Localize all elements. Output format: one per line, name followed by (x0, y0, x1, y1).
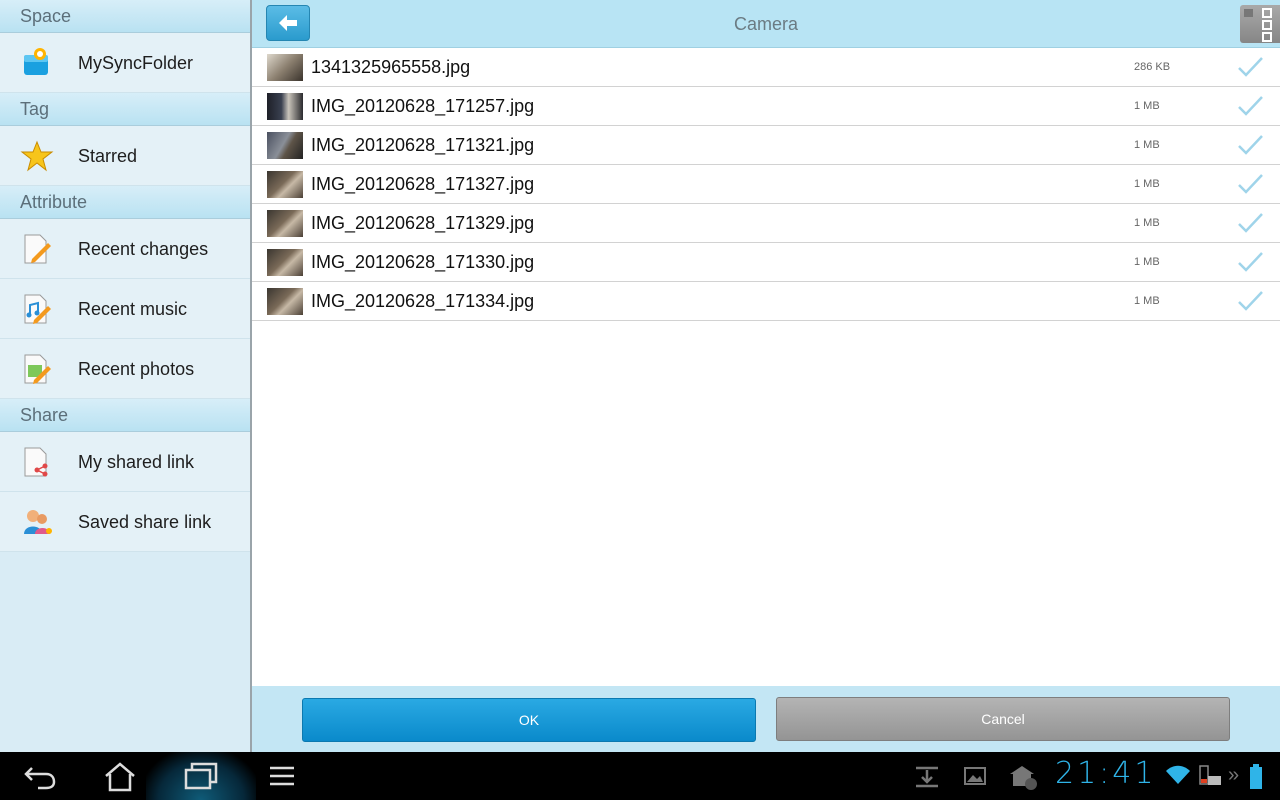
recent-changes-icon (24, 234, 51, 264)
saved-share-link-icon (24, 510, 52, 534)
ok-button[interactable]: OK (302, 698, 756, 742)
back-nav-icon[interactable] (20, 758, 60, 794)
file-thumbnail (267, 210, 303, 237)
recent-photos-icon (24, 354, 51, 384)
gallery-icon[interactable] (962, 762, 988, 790)
recent-music-icon (24, 294, 51, 324)
menu-icon[interactable] (262, 758, 302, 794)
top-bar: Camera (252, 0, 1280, 48)
section-header-share: Share (0, 399, 250, 432)
dialog-button-bar: OK Cancel (252, 686, 1280, 752)
file-size: 1 MB (1134, 178, 1160, 190)
checkmark-icon[interactable] (1236, 250, 1264, 274)
file-row[interactable]: IMG_20120628_171327.jpg 1 MB (252, 165, 1280, 204)
sidebar-item-label: Recent music (78, 299, 188, 319)
sidebar-item-label: MySyncFolder (78, 53, 194, 73)
file-size: 286 KB (1134, 61, 1171, 73)
grid-view-button[interactable] (1240, 5, 1280, 43)
sidebar-item-my-shared-link[interactable]: My shared link (0, 432, 250, 492)
file-thumbnail (267, 171, 303, 198)
file-thumbnail (267, 132, 303, 159)
file-size: 1 MB (1134, 295, 1160, 307)
shared-link-icon (24, 447, 48, 477)
file-name: IMG_20120628_171327.jpg (311, 174, 535, 194)
checkmark-icon[interactable] (1236, 172, 1264, 196)
sidebar-item-label: Starred (78, 146, 138, 166)
file-row[interactable]: IMG_20120628_171334.jpg 1 MB (252, 282, 1280, 321)
recent-apps-icon[interactable] (180, 758, 220, 794)
sidebar-item-recent-changes[interactable]: Recent changes (0, 219, 250, 279)
clock: 21:41 (1055, 756, 1157, 791)
file-row[interactable]: IMG_20120628_171257.jpg 1 MB (252, 87, 1280, 126)
file-name: IMG_20120628_171334.jpg (311, 291, 535, 311)
file-row[interactable]: IMG_20120628_171329.jpg 1 MB (252, 204, 1280, 243)
sidebar-item-mysyncfolder[interactable]: MySyncFolder (0, 33, 250, 93)
page-title: Camera (733, 14, 799, 34)
checkmark-icon[interactable] (1236, 94, 1264, 118)
star-icon (20, 140, 54, 172)
section-header-tag: Tag (0, 93, 250, 126)
wifi-icon (1166, 765, 1190, 784)
home-icon[interactable] (100, 758, 140, 794)
checkmark-icon[interactable] (1236, 289, 1264, 313)
sidebar-item-label: My shared link (78, 452, 195, 472)
file-size: 1 MB (1134, 256, 1160, 268)
download-icon[interactable] (912, 762, 942, 790)
sidebar-item-label: Recent photos (78, 359, 195, 379)
file-name: IMG_20120628_171321.jpg (311, 135, 535, 155)
sidebar-item-label: Recent changes (78, 239, 209, 259)
sync-app-icon[interactable] (1006, 762, 1040, 792)
more-status-icon[interactable]: » (1228, 764, 1239, 787)
sidebar-item-recent-photos[interactable]: Recent photos (0, 339, 250, 399)
checkmark-icon[interactable] (1236, 55, 1264, 79)
sync-folder-icon (24, 48, 48, 75)
file-size: 1 MB (1134, 139, 1160, 151)
checkmark-icon[interactable] (1236, 133, 1264, 157)
sidebar: Space MySyncFolder Tag Starred Attribute… (0, 0, 252, 752)
file-thumbnail (267, 93, 303, 120)
file-size: 1 MB (1134, 100, 1160, 112)
file-name: IMG_20120628_171330.jpg (311, 252, 535, 272)
sidebar-item-label: Saved share link (78, 512, 212, 532)
file-name: IMG_20120628_171329.jpg (311, 213, 535, 233)
section-header-space: Space (0, 0, 250, 33)
section-header-attribute: Attribute (0, 186, 250, 219)
file-thumbnail (267, 249, 303, 276)
file-name: IMG_20120628_171257.jpg (311, 96, 535, 116)
file-thumbnail (267, 54, 303, 81)
cancel-button[interactable]: Cancel (776, 697, 1230, 741)
file-list: 1341325965558.jpg 286 KB IMG_20120628_17… (252, 48, 1280, 321)
file-thumbnail (267, 288, 303, 315)
sidebar-item-recent-music[interactable]: Recent music (0, 279, 250, 339)
file-name: 1341325965558.jpg (311, 57, 471, 77)
file-row[interactable]: IMG_20120628_171321.jpg 1 MB (252, 126, 1280, 165)
system-bar: 21:41 » (0, 752, 1280, 800)
sidebar-item-starred[interactable]: Starred (0, 126, 250, 186)
checkmark-icon[interactable] (1236, 211, 1264, 235)
battery-icon (1250, 764, 1262, 789)
file-row[interactable]: 1341325965558.jpg 286 KB (252, 48, 1280, 87)
file-size: 1 MB (1134, 217, 1160, 229)
sidebar-item-saved-share-link[interactable]: Saved share link (0, 492, 250, 552)
file-row[interactable]: IMG_20120628_171330.jpg 1 MB (252, 243, 1280, 282)
keyboard-battery-icon (1199, 765, 1221, 785)
grid-view-icon (1244, 8, 1272, 42)
